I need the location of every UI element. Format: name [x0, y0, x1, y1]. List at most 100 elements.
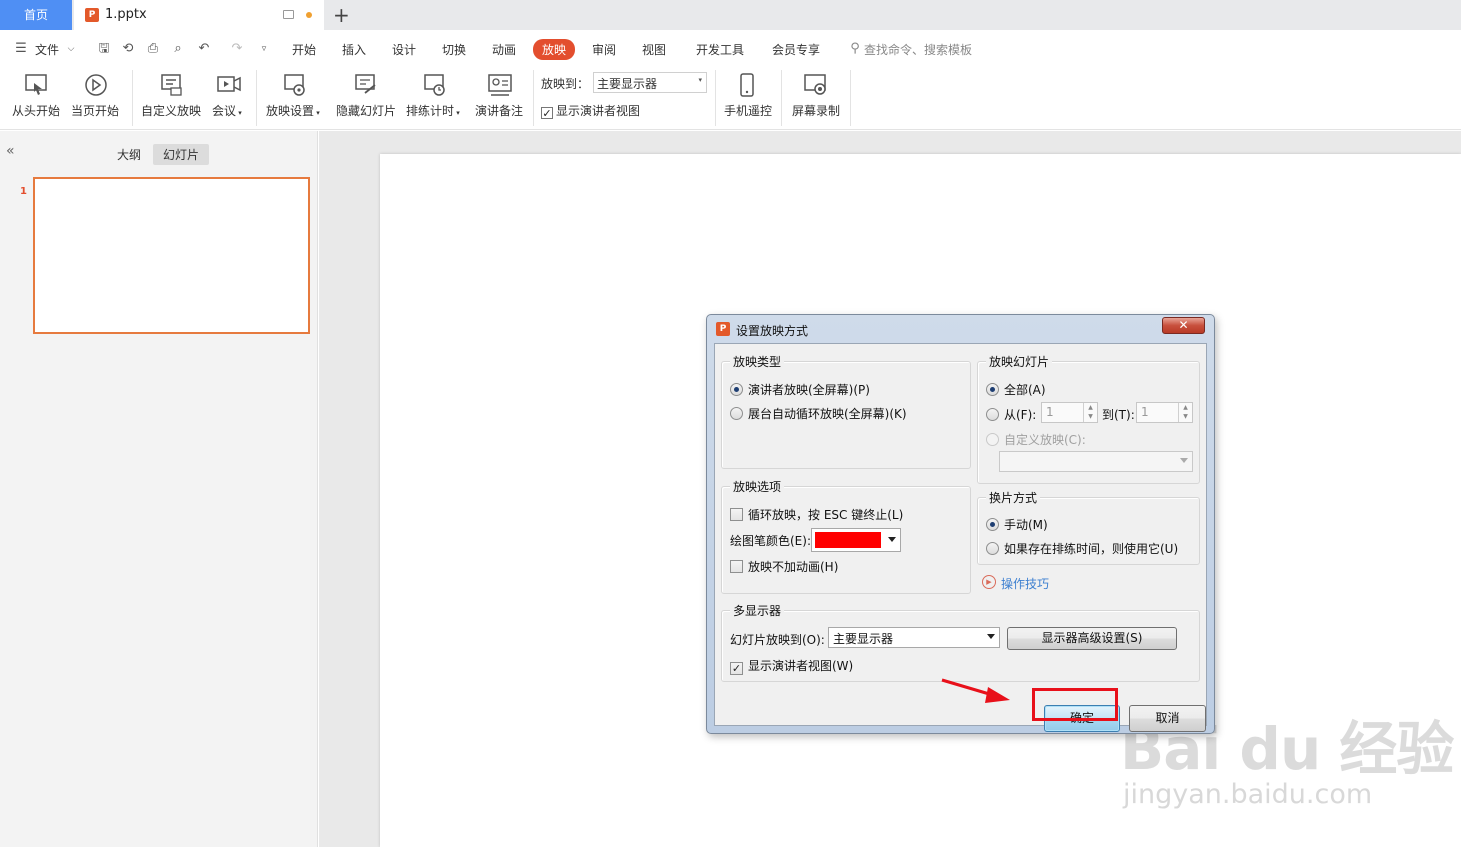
play-from-start-icon: [25, 74, 47, 95]
speaker-notes-button[interactable]: 演讲备注: [475, 70, 527, 122]
file-menu[interactable]: 文件: [35, 41, 59, 58]
radio-presenter[interactable]: 演讲者放映(全屏幕)(P): [730, 381, 870, 398]
screen-record-icon: [804, 74, 826, 95]
print-icon[interactable]: ⎙: [146, 42, 160, 56]
pen-color-swatch: [815, 532, 881, 548]
menu-bar: ☰ 文件 ⌵ 🖫 ⟲ ⎙ ⌕ ↶ ↷ ▿ 开始 插入 设计 切换 动画 放映 审…: [0, 30, 1461, 68]
radio-all[interactable]: 全部(A): [986, 381, 1046, 398]
advanced-monitor-button[interactable]: 显示器高级设置(S): [1007, 627, 1177, 650]
custom-show-button[interactable]: 自定义放映: [141, 70, 203, 122]
meeting-label: 会议 ▾: [212, 102, 242, 119]
tab-document[interactable]: P 1.pptx: [74, 0, 324, 30]
slide-thumbnail[interactable]: [33, 177, 310, 334]
menu-transition[interactable]: 切换: [442, 41, 466, 58]
slide-panel: « 大纲 幻灯片 1: [0, 131, 318, 847]
play-circle-icon: [85, 74, 107, 96]
tab-slides[interactable]: 幻灯片: [153, 144, 210, 165]
radio-use-timings[interactable]: 如果存在排练时间，则使用它(U): [986, 540, 1178, 557]
menu-insert[interactable]: 插入: [342, 41, 366, 58]
checkbox-unchecked-icon: [730, 560, 743, 573]
collapse-panel-icon[interactable]: «: [6, 143, 15, 159]
radio-kiosk[interactable]: 展台自动循环放映(全屏幕)(K): [730, 405, 907, 422]
tab-outline[interactable]: 大纲: [117, 146, 141, 163]
chevron-down-icon: ▾: [314, 109, 320, 117]
menu-member[interactable]: 会员专享: [772, 41, 820, 58]
tab-home[interactable]: 首页: [0, 0, 72, 30]
meeting-button[interactable]: 会议 ▾: [212, 70, 248, 122]
phone-remote-button[interactable]: 手机遥控: [724, 70, 774, 122]
settings-slide-icon: [284, 74, 305, 96]
rehearse-timer-icon: [424, 74, 445, 96]
custom-show-label: 自定义放映: [141, 104, 202, 118]
command-search[interactable]: 查找命令、搜索模板: [864, 41, 972, 58]
menu-view[interactable]: 视图: [642, 41, 666, 58]
play-to-label: 放映到：: [541, 77, 590, 91]
from-spinner[interactable]: 1 ▲ ▼: [1041, 402, 1098, 423]
no-animation-label: 放映不加动画(H): [748, 560, 839, 574]
play-to-label: 幻灯片放映到(O):: [730, 633, 825, 647]
search-icon: ⚲: [850, 41, 860, 56]
slideshow-settings-dialog: P 设置放映方式 ✕ 放映类型 演讲者放映(全屏幕)(P) 展台自动循环放映(全…: [706, 314, 1215, 734]
hide-slide-button[interactable]: 隐藏幻灯片: [336, 70, 396, 122]
from-value: 1: [1046, 405, 1054, 419]
radio-manual[interactable]: 手动(M): [986, 516, 1048, 533]
from-start-button[interactable]: 从头开始: [12, 70, 62, 122]
radio-custom-show[interactable]: 自定义放映(C):: [986, 431, 1086, 448]
print-preview-icon[interactable]: ⌕: [171, 42, 185, 56]
menu-animation[interactable]: 动画: [492, 41, 516, 58]
menu-slideshow[interactable]: 放映: [533, 39, 576, 60]
cancel-button[interactable]: 取消: [1129, 705, 1206, 732]
unsaved-dot-icon: [306, 12, 312, 18]
format-painter-icon[interactable]: ⟲: [121, 42, 135, 56]
quick-access-dropdown-icon[interactable]: ▿: [257, 42, 271, 56]
pen-color-picker[interactable]: [811, 528, 901, 552]
redo-icon[interactable]: ↷: [230, 42, 244, 56]
show-settings-button[interactable]: 放映设置 ▾: [266, 70, 326, 122]
dialog-titlebar[interactable]: P 设置放映方式 ✕: [707, 315, 1214, 343]
hide-slide-label: 隐藏幻灯片: [336, 104, 397, 118]
monitor-select[interactable]: 主要显示器: [828, 627, 1000, 648]
new-tab-button[interactable]: +: [333, 3, 350, 27]
pptx-file-icon: P: [85, 8, 99, 22]
pen-color-label: 绘图笔颜色(E):: [730, 534, 811, 548]
hamburger-icon[interactable]: ☰: [14, 42, 28, 56]
save-icon[interactable]: 🖫: [97, 42, 111, 56]
radio-from[interactable]: 从(F):: [986, 406, 1036, 423]
rehearse-button[interactable]: 排练计时 ▾: [406, 70, 466, 122]
presenter-view-checkbox[interactable]: ✓ 显示演讲者视图: [541, 102, 640, 119]
slide-number: 1: [20, 186, 27, 197]
presenter-view-label: 显示演讲者视图: [556, 104, 641, 118]
spinner-arrows-icon[interactable]: ▲ ▼: [1178, 403, 1192, 422]
rehearse-text: 排练计时: [406, 104, 455, 118]
tips-link[interactable]: 操作技巧: [1001, 575, 1049, 592]
menu-start[interactable]: 开始: [292, 41, 316, 58]
dialog-client-area: 放映类型 演讲者放映(全屏幕)(P) 展台自动循环放映(全屏幕)(K) 放映幻灯…: [714, 343, 1207, 732]
play-to-select[interactable]: 主要显示器 ▾: [593, 72, 707, 93]
from-current-button[interactable]: 当页开始: [71, 70, 121, 122]
menu-design[interactable]: 设计: [392, 41, 416, 58]
menu-developer[interactable]: 开发工具: [696, 41, 744, 58]
close-button[interactable]: ✕: [1162, 317, 1205, 334]
highlight-box: [1032, 688, 1118, 721]
to-spinner[interactable]: 1 ▲ ▼: [1136, 402, 1193, 423]
from-current-label: 当页开始: [71, 104, 120, 118]
presenter-view-checkbox[interactable]: ✓ 显示演讲者视图(W): [730, 657, 853, 675]
undo-icon[interactable]: ↶: [197, 42, 211, 56]
checkbox-checked-icon: ✓: [541, 107, 553, 120]
ribbon-separator: [781, 70, 782, 126]
radio-disabled-icon: [986, 433, 999, 446]
radio-selected-icon: [986, 518, 999, 531]
loop-checkbox[interactable]: 循环放映，按 ESC 键终止(L): [730, 506, 903, 523]
screen-record-button[interactable]: 屏幕录制: [792, 70, 842, 122]
chevron-down-icon: ▾: [698, 76, 702, 84]
ribbon-separator: [850, 70, 851, 126]
group-title: 放映类型: [730, 353, 785, 370]
monitor-icon[interactable]: [283, 10, 294, 19]
menu-review[interactable]: 审阅: [592, 41, 616, 58]
chevron-down-icon: ▾: [236, 109, 242, 117]
chevron-down-icon[interactable]: ⌵: [64, 42, 78, 56]
no-animation-checkbox[interactable]: 放映不加动画(H): [730, 558, 838, 575]
custom-show-select[interactable]: [999, 451, 1193, 472]
ribbon: 从头开始 当页开始 自定义放映 会议 ▾ 放映设置 ▾ 隐藏幻灯片 排练计时 ▾…: [0, 68, 1461, 130]
spinner-arrows-icon[interactable]: ▲ ▼: [1083, 403, 1097, 422]
